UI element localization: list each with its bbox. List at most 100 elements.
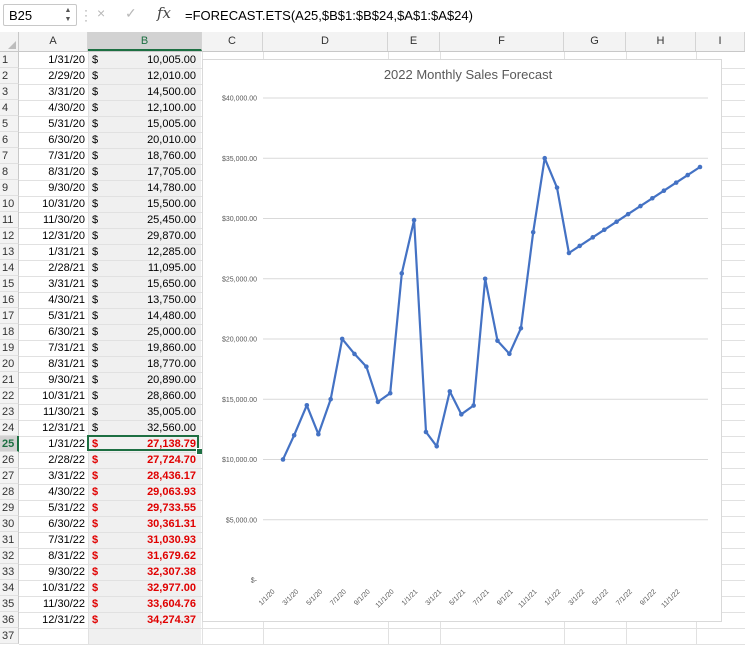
cell-sales-value[interactable]: 18,770.00	[103, 356, 196, 372]
row-header-14[interactable]: 14	[0, 260, 19, 276]
cell-forecast-value[interactable]: 28,436.17	[103, 468, 196, 484]
cell-date[interactable]: 3/31/22	[19, 468, 85, 484]
cell-date[interactable]: 10/31/22	[19, 580, 85, 596]
column-header-g[interactable]: G	[564, 32, 626, 51]
cell-sales-value[interactable]: 25,450.00	[103, 212, 196, 228]
row-header-28[interactable]: 28	[0, 484, 19, 500]
cell-date[interactable]: 7/31/21	[19, 340, 85, 356]
row-header-26[interactable]: 26	[0, 452, 19, 468]
cell-date[interactable]: 3/31/20	[19, 84, 85, 100]
cell-forecast-value[interactable]: 29,733.55	[103, 500, 196, 516]
cell-date[interactable]: 7/31/20	[19, 148, 85, 164]
cell-forecast-value[interactable]: 30,361.31	[103, 516, 196, 532]
cell-sales-value[interactable]: 29,870.00	[103, 228, 196, 244]
row-header-18[interactable]: 18	[0, 324, 19, 340]
row-header-1[interactable]: 1	[0, 52, 19, 68]
cell-date[interactable]: 8/31/21	[19, 356, 85, 372]
cell-date[interactable]: 3/31/21	[19, 276, 85, 292]
column-header-c[interactable]: C	[202, 32, 263, 51]
row-header-13[interactable]: 13	[0, 244, 19, 260]
cell-sales-value[interactable]: 11,095.00	[103, 260, 196, 276]
cell-date[interactable]: 1/31/21	[19, 244, 85, 260]
row-header-37[interactable]: 37	[0, 628, 19, 644]
cell-date[interactable]: 8/31/20	[19, 164, 85, 180]
cell-date[interactable]: 6/30/21	[19, 324, 85, 340]
row-header-12[interactable]: 12	[0, 228, 19, 244]
cell-date[interactable]: 4/30/21	[19, 292, 85, 308]
enter-icon[interactable]: ✓	[125, 5, 137, 22]
formula-bar-grip-icon[interactable]: · · ·	[84, 4, 88, 26]
row-header-31[interactable]: 31	[0, 532, 19, 548]
cell-date[interactable]: 10/31/20	[19, 196, 85, 212]
row-header-9[interactable]: 9	[0, 180, 19, 196]
cell-date[interactable]: 4/30/20	[19, 100, 85, 116]
cell-sales-value[interactable]: 12,285.00	[103, 244, 196, 260]
cell-forecast-value[interactable]: 32,307.38	[103, 564, 196, 580]
cell-date[interactable]: 1/31/22	[19, 436, 85, 452]
row-header-24[interactable]: 24	[0, 420, 19, 436]
cell-sales-value[interactable]: 25,000.00	[103, 324, 196, 340]
row-header-3[interactable]: 3	[0, 84, 19, 100]
cell-sales-value[interactable]: 28,860.00	[103, 388, 196, 404]
column-header-d[interactable]: D	[263, 32, 388, 51]
cancel-icon[interactable]: ×	[97, 5, 105, 21]
row-header-25[interactable]: 25	[0, 436, 19, 452]
cell-sales-value[interactable]: 12,010.00	[103, 68, 196, 84]
cell-date[interactable]: 5/31/22	[19, 500, 85, 516]
name-box-stepper-icon[interactable]: ▲ ▼	[64, 6, 72, 24]
cell-date[interactable]: 5/31/20	[19, 116, 85, 132]
cell-date[interactable]: 4/30/22	[19, 484, 85, 500]
cell-date[interactable]: 6/30/22	[19, 516, 85, 532]
cell-forecast-value[interactable]: 27,724.70	[103, 452, 196, 468]
cell-sales-value[interactable]: 15,650.00	[103, 276, 196, 292]
cell-sales-value[interactable]: 18,760.00	[103, 148, 196, 164]
insert-function-icon[interactable]: fx	[157, 4, 171, 22]
cell-sales-value[interactable]: 10,005.00	[103, 52, 196, 68]
row-header-4[interactable]: 4	[0, 100, 19, 116]
cell-sales-value[interactable]: 14,780.00	[103, 180, 196, 196]
cell-forecast-value[interactable]: 31,679.62	[103, 548, 196, 564]
column-header-f[interactable]: F	[440, 32, 564, 51]
cell-date[interactable]: 5/31/21	[19, 308, 85, 324]
row-header-6[interactable]: 6	[0, 132, 19, 148]
cell-sales-value[interactable]: 17,705.00	[103, 164, 196, 180]
cell-sales-value[interactable]: 12,100.00	[103, 100, 196, 116]
cell-sales-value[interactable]: 14,500.00	[103, 84, 196, 100]
cell-forecast-value[interactable]: 34,274.37	[103, 612, 196, 628]
cell-date[interactable]: 10/31/21	[19, 388, 85, 404]
column-header-e[interactable]: E	[388, 32, 440, 51]
row-header-10[interactable]: 10	[0, 196, 19, 212]
cell-sales-value[interactable]: 20,890.00	[103, 372, 196, 388]
row-header-16[interactable]: 16	[0, 292, 19, 308]
cell-date[interactable]: 2/28/22	[19, 452, 85, 468]
cell-sales-value[interactable]: 32,560.00	[103, 420, 196, 436]
cell-date[interactable]: 12/31/21	[19, 420, 85, 436]
cell-date[interactable]: 12/31/20	[19, 228, 85, 244]
row-header-34[interactable]: 34	[0, 580, 19, 596]
column-header-i[interactable]: I	[696, 32, 745, 51]
cell-sales-value[interactable]: 19,860.00	[103, 340, 196, 356]
cell-date[interactable]: 11/30/21	[19, 404, 85, 420]
row-header-11[interactable]: 11	[0, 212, 19, 228]
cell-date[interactable]: 11/30/22	[19, 596, 85, 612]
name-box[interactable]: B25 ▲ ▼	[3, 4, 77, 26]
cell-sales-value[interactable]: 15,005.00	[103, 116, 196, 132]
row-header-15[interactable]: 15	[0, 276, 19, 292]
cell-forecast-value[interactable]: 31,030.93	[103, 532, 196, 548]
cell-sales-value[interactable]: 15,500.00	[103, 196, 196, 212]
cell-sales-value[interactable]: 13,750.00	[103, 292, 196, 308]
line-chart[interactable]: 2022 Monthly Sales Forecast $- $5,000.00 $1…	[202, 59, 722, 622]
row-header-33[interactable]: 33	[0, 564, 19, 580]
row-header-19[interactable]: 19	[0, 340, 19, 356]
cell-sales-value[interactable]: 20,010.00	[103, 132, 196, 148]
row-header-35[interactable]: 35	[0, 596, 19, 612]
cell-date[interactable]: 9/30/22	[19, 564, 85, 580]
row-header-23[interactable]: 23	[0, 404, 19, 420]
cell-date[interactable]: 11/30/20	[19, 212, 85, 228]
row-header-2[interactable]: 2	[0, 68, 19, 84]
row-header-22[interactable]: 22	[0, 388, 19, 404]
cell-sales-value[interactable]: 35,005.00	[103, 404, 196, 420]
active-cell-outline[interactable]	[87, 435, 199, 451]
cell-forecast-value[interactable]: 33,604.76	[103, 596, 196, 612]
row-header-17[interactable]: 17	[0, 308, 19, 324]
